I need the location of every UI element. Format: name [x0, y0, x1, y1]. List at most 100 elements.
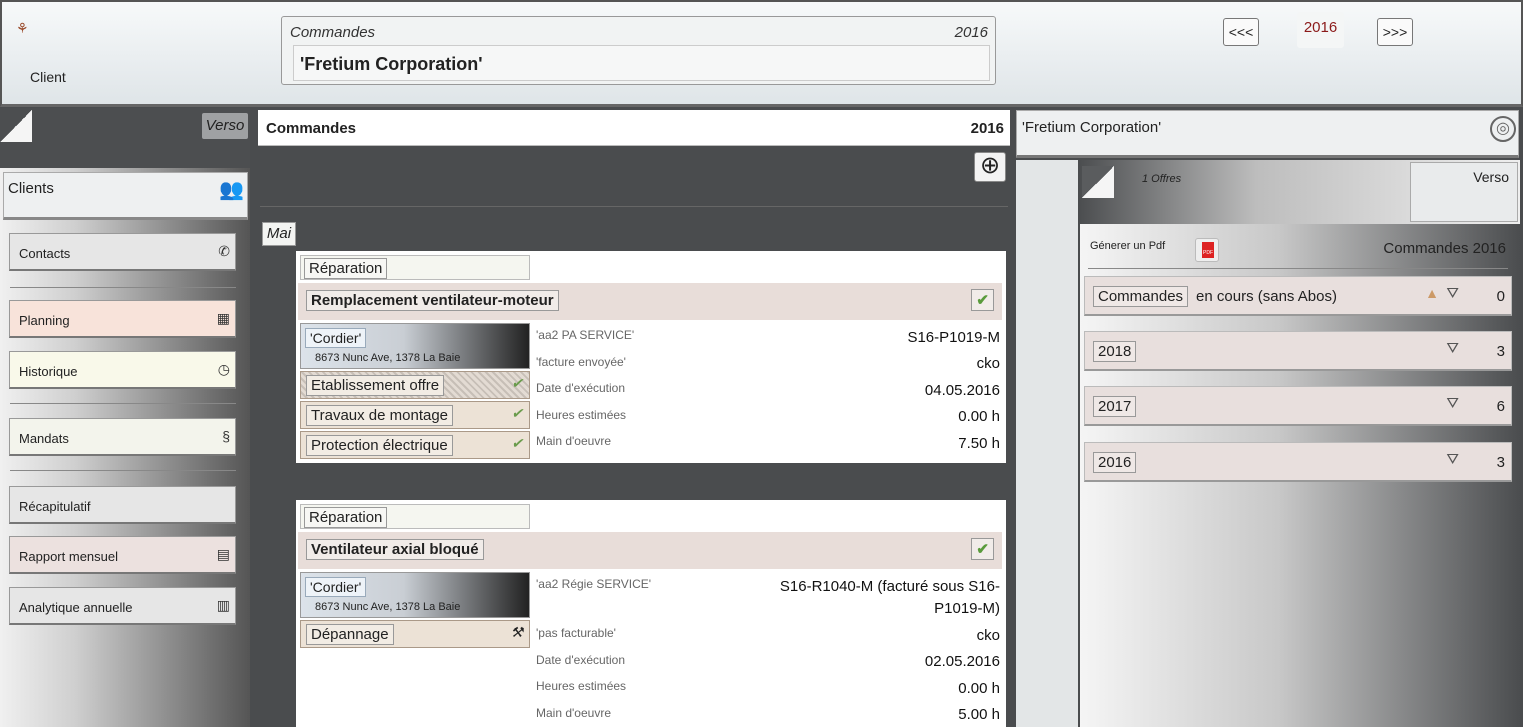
report-icon: ▤: [216, 546, 230, 562]
check-icon: ✔: [971, 538, 994, 560]
field-value: 04.05.2016: [924, 382, 1000, 399]
field-label: 'facture envoyée': [536, 355, 626, 369]
order-title-bar[interactable]: Ventilateur axial bloqué ✔: [298, 532, 1002, 569]
field-value: 0.00 h: [958, 408, 1000, 425]
sidebar-item-recapitulatif[interactable]: Récapitulatif: [9, 486, 236, 524]
contact-card[interactable]: 'Cordier' 8673 Nunc Ave, 1378 La Baie: [300, 323, 530, 369]
filter-icon[interactable]: ⛛: [1446, 395, 1459, 412]
verso-button[interactable]: Verso: [202, 113, 248, 139]
orders-header: Commandes 2016: [258, 110, 1010, 146]
verso-button[interactable]: Verso: [1410, 162, 1518, 222]
row-count: 6: [1496, 398, 1505, 415]
field-label: Heures estimées: [536, 679, 627, 693]
users-icon: 👥: [219, 179, 244, 201]
order-title: Remplacement ventilateur-moteur: [306, 290, 559, 311]
right-header: 'Fretium Corporation' ◎: [1016, 110, 1519, 158]
sidebar-item-mandats[interactable]: Mandats §: [9, 418, 236, 456]
year-filter-row[interactable]: 2016 ⛛ 3: [1084, 442, 1512, 482]
sidebar-item-label: Rapport mensuel: [19, 549, 118, 564]
sidebar-item-label: Historique: [19, 364, 78, 379]
field-label: Date d'exécution: [536, 381, 626, 395]
right-panel: 1 Offres Verso Génerer un Pdf PDF Comman…: [1080, 160, 1520, 727]
divider: [1088, 268, 1508, 269]
field-label: 'aa2 PA SERVICE': [536, 328, 635, 342]
sidebar-item-rapport-mensuel[interactable]: Rapport mensuel ▤: [9, 536, 236, 574]
top-bar: ⚘ Client Commandes 2016 'Fretium Corpora…: [0, 0, 1523, 107]
divider: [10, 403, 236, 404]
sidebar-item-planning[interactable]: Planning ▦: [9, 300, 236, 338]
pdf-button[interactable]: PDF: [1195, 238, 1219, 262]
field-value: 5.00 h: [958, 706, 1000, 723]
task-label: Travaux de montage: [306, 405, 454, 426]
field-value: cko: [976, 355, 1000, 372]
phone-icon: ✆: [218, 243, 230, 259]
order-title: Ventilateur axial bloqué: [306, 539, 484, 560]
task-label: Etablissement offre: [306, 375, 445, 396]
next-year-button[interactable]: >>>: [1377, 18, 1413, 46]
orders-panel: Commandes 2016 ⊕ Mai Réparation Remplace…: [258, 110, 1010, 727]
year-filter-row[interactable]: 2018 ⛛ 3: [1084, 331, 1512, 371]
order-type: Réparation: [300, 504, 530, 529]
sidebar-item-historique[interactable]: Historique ◷: [9, 351, 236, 389]
task-label: Dépannage: [306, 624, 394, 645]
row-count: 3: [1496, 343, 1505, 360]
sidebar-item-label: Mandats: [19, 431, 69, 446]
task-item[interactable]: Etablissement offre ✔: [300, 371, 530, 399]
order-card[interactable]: Réparation Ventilateur axial bloqué ✔ 'Co…: [296, 500, 1006, 727]
contact-name: 'Cordier': [305, 328, 367, 348]
sidebar-item-label: Récapitulatif: [19, 499, 91, 514]
filter-icon[interactable]: ⛛: [1446, 285, 1459, 302]
filter-icon[interactable]: ⛛: [1446, 451, 1459, 468]
client-name-field[interactable]: 'Fretium Corporation': [293, 45, 990, 81]
current-year: 2016: [1297, 12, 1344, 48]
logo-icon: ⚘: [16, 20, 29, 36]
left-header: Verso: [0, 108, 250, 168]
check-icon: ✔: [511, 435, 523, 451]
sidebar-item-label: Contacts: [19, 246, 71, 261]
orders-filter-row[interactable]: Commandes en cours (sans Abos) ▲ ⛛ 0: [1084, 276, 1512, 316]
contact-address: 8673 Nunc Ave, 1378 La Baie: [315, 352, 461, 364]
divider: [260, 206, 1008, 207]
stopwatch-icon: ◷: [217, 361, 230, 377]
row-count: 0: [1496, 288, 1505, 305]
field-value: S16-R1040-M (facturé sous S16-: [779, 578, 1000, 595]
offers-count[interactable]: 1 Offres: [1142, 173, 1181, 185]
add-order-button[interactable]: ⊕: [974, 152, 1006, 182]
field-label: Date d'exécution: [536, 653, 626, 667]
clients-panel[interactable]: Clients 👥: [3, 172, 248, 220]
target-icon[interactable]: ◎: [1490, 116, 1516, 142]
page-corner-icon[interactable]: [0, 110, 32, 142]
field-value: 0.00 h: [958, 680, 1000, 697]
row-extra: en cours (sans Abos): [1196, 288, 1337, 305]
title-box: Commandes 2016 'Fretium Corporation': [281, 16, 996, 85]
sidebar-item-contacts[interactable]: Contacts ✆: [9, 233, 236, 271]
contact-card[interactable]: 'Cordier' 8673 Nunc Ave, 1378 La Baie: [300, 572, 530, 618]
sidebar-item-label: Analytique annuelle: [19, 600, 133, 615]
order-type: Réparation: [300, 255, 530, 280]
order-card[interactable]: Réparation Remplacement ventilateur-mote…: [296, 251, 1006, 463]
field-value: 02.05.2016: [924, 653, 1000, 670]
task-item[interactable]: Travaux de montage ✔: [300, 401, 530, 429]
field-value: S16-P1019-M: [907, 329, 1000, 346]
prev-year-button[interactable]: <<<: [1223, 18, 1259, 46]
field-value: cko: [976, 627, 1000, 644]
orders-year: 2016: [970, 120, 1004, 137]
sidebar-item-analytique[interactable]: Analytique annuelle ▥: [9, 587, 236, 625]
right-client-name: 'Fretium Corporation': [1022, 119, 1162, 136]
field-label: 'aa2 Régie SERVICE': [536, 577, 652, 591]
row-label: 2016: [1093, 452, 1137, 473]
calendar-icon: ▦: [216, 310, 230, 326]
client-label: Client: [30, 69, 66, 85]
filter-icon[interactable]: ⛛: [1446, 340, 1459, 357]
task-label: Protection électrique: [306, 435, 453, 456]
task-item[interactable]: Protection électrique ✔: [300, 431, 530, 459]
page-corner-icon[interactable]: [1082, 166, 1114, 198]
row-label: 2017: [1093, 396, 1137, 417]
field-label: Heures estimées: [536, 408, 627, 422]
check-icon: ✔: [511, 375, 523, 391]
check-icon: ✔: [511, 405, 523, 421]
year-filter-row[interactable]: 2017 ⛛ 6: [1084, 386, 1512, 426]
order-title-bar[interactable]: Remplacement ventilateur-moteur ✔: [298, 283, 1002, 320]
row-count: 3: [1496, 454, 1505, 471]
task-item[interactable]: Dépannage ⚒: [300, 620, 530, 648]
